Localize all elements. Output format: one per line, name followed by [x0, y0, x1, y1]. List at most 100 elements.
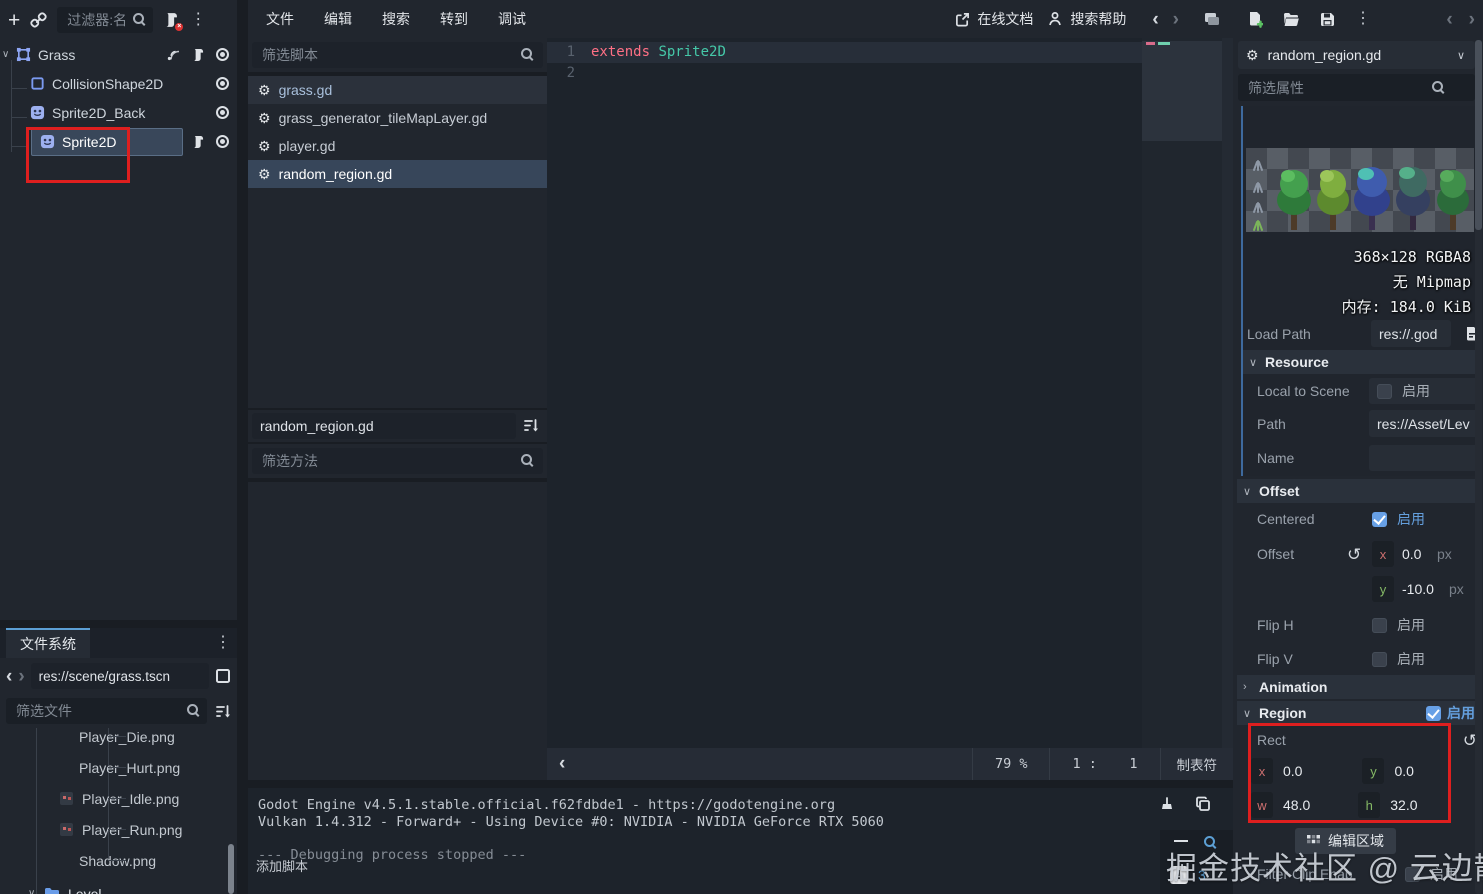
filter-clip-toggle[interactable]: 启用 — [1405, 864, 1458, 884]
collapse-arrow-icon[interactable]: ∨ — [2, 49, 16, 60]
script-icon[interactable] — [191, 48, 204, 62]
file-row[interactable]: Player_Idle.png — [0, 784, 237, 813]
menu-edit[interactable]: 编辑 — [324, 9, 352, 29]
section-resource[interactable]: ∨ Resource — [1243, 350, 1481, 374]
folder-row-level[interactable]: ∨ Level — [0, 879, 237, 894]
checkbox-checked[interactable] — [1426, 705, 1441, 721]
checkbox-unchecked[interactable] — [1372, 651, 1387, 667]
current-path-field[interactable]: res://scene/grass.tscn — [30, 663, 209, 689]
menu-search[interactable]: 搜索 — [382, 9, 410, 29]
inspector-menu-button[interactable]: ⋮ — [1355, 11, 1371, 27]
local-to-scene-toggle[interactable]: 启用 — [1369, 378, 1479, 404]
copy-output-icon[interactable] — [1195, 796, 1211, 812]
edit-region-button[interactable]: 编辑区域 — [1295, 828, 1396, 854]
editor-zoom[interactable]: 79 % — [971, 748, 1050, 780]
script-icon[interactable] — [191, 135, 204, 149]
menu-goto[interactable]: 转到 — [440, 9, 468, 29]
collapse-arrow-icon[interactable]: ∨ — [28, 888, 44, 894]
flip-v-toggle[interactable]: 启用 — [1372, 649, 1425, 669]
visibility-icon[interactable] — [216, 48, 229, 61]
scrollbar-thumb[interactable] — [228, 844, 234, 894]
online-docs-button[interactable]: 在线文档 — [955, 9, 1033, 29]
rect-h-value[interactable]: 32.0 — [1390, 797, 1417, 813]
script-forward-button[interactable]: › — [1173, 10, 1179, 29]
code-editor[interactable]: 1 extends Sprite2D 2 — [547, 38, 1233, 748]
tab-filesystem[interactable]: 文件系统 — [6, 628, 90, 658]
property-filter-field[interactable] — [1238, 74, 1475, 101]
region-enabled-toggle[interactable]: 启用 — [1426, 703, 1475, 723]
file-row[interactable]: Player_Die.png — [0, 728, 237, 751]
section-animation[interactable]: › Animation — [1237, 675, 1481, 699]
history-back-button[interactable]: ‹ — [6, 667, 12, 686]
split-mode-icon[interactable] — [215, 668, 231, 684]
save-icon[interactable] — [1320, 12, 1335, 27]
checkbox-checked[interactable] — [1372, 511, 1387, 527]
scene-filter-field[interactable] — [57, 7, 154, 33]
menu-debug[interactable]: 调试 — [498, 9, 526, 29]
file-filter-input[interactable] — [6, 698, 207, 724]
flip-h-toggle[interactable]: 启用 — [1372, 615, 1425, 635]
sort-methods-icon[interactable] — [523, 418, 539, 433]
rect-w-value[interactable]: 48.0 — [1283, 797, 1310, 813]
file-row[interactable]: Player_Hurt.png — [0, 753, 237, 782]
scene-tree-row-sprite2d-back[interactable]: Sprite2D_Back — [0, 98, 237, 127]
add-node-button[interactable]: + — [8, 10, 20, 31]
scene-dock-menu-button[interactable]: ⋮ — [190, 12, 206, 28]
inspector-back-button[interactable]: ‹ — [1446, 10, 1452, 29]
output-search-icon[interactable] — [1204, 836, 1217, 849]
minimap[interactable] — [1142, 38, 1222, 748]
inspector-scrollbar-track[interactable] — [1475, 40, 1482, 894]
visibility-icon[interactable] — [216, 135, 229, 148]
history-forward-button[interactable]: › — [18, 667, 24, 686]
scene-tree-row-sprite2d[interactable]: Sprite2D — [0, 127, 237, 156]
toggle-scripts-panel-button[interactable]: ‹ — [559, 754, 565, 773]
sort-files-icon[interactable] — [215, 704, 231, 719]
script-item-grass[interactable]: ⚙ grass.gd — [248, 76, 547, 104]
visibility-icon[interactable] — [216, 106, 229, 119]
scene-tree-row-grass[interactable]: ∨ Grass — [0, 40, 237, 69]
signals-icon[interactable] — [165, 48, 179, 62]
new-resource-icon[interactable] — [1247, 11, 1263, 28]
section-offset[interactable]: ∨ Offset — [1237, 479, 1481, 503]
revert-icon[interactable]: ↺ — [1347, 546, 1361, 563]
menu-file[interactable]: 文件 — [266, 9, 294, 29]
editor-scrollbar-track[interactable] — [1222, 38, 1233, 748]
resource-path-value[interactable]: res://Asset/Lev — [1369, 410, 1479, 437]
rect-x-value[interactable]: 0.0 — [1283, 763, 1302, 779]
script-item-grass-generator[interactable]: ⚙ grass_generator_tileMapLayer.gd — [248, 104, 547, 132]
methods-filter-input[interactable] — [252, 448, 543, 474]
instance-scene-icon[interactable] — [30, 11, 47, 29]
checkbox-unchecked[interactable] — [1377, 383, 1392, 399]
visibility-icon[interactable] — [216, 77, 229, 90]
file-filter-field[interactable] — [6, 698, 207, 724]
scene-tree-row-collisionshape[interactable]: CollisionShape2D — [0, 69, 237, 98]
checkbox-unchecked[interactable] — [1405, 866, 1420, 882]
offset-x-value[interactable]: 0.0 — [1402, 546, 1421, 562]
collapse-line-icon[interactable] — [1174, 840, 1188, 842]
scripts-filter-input[interactable] — [252, 42, 543, 68]
inspector-scrollbar-thumb[interactable] — [1475, 40, 1482, 230]
script-item-random-region[interactable]: ⚙ random_region.gd — [248, 160, 547, 188]
filesystem-menu-button[interactable]: ⋮ — [215, 635, 231, 651]
attach-script-disabled-icon[interactable]: × — [163, 12, 184, 31]
section-region[interactable]: ∨ Region 启用 — [1237, 701, 1481, 725]
clear-output-icon[interactable] — [1159, 796, 1175, 812]
indent-mode[interactable]: 制表符 — [1159, 748, 1234, 780]
inspected-object-dropdown[interactable]: ⚙ random_region.gd ∨ — [1238, 41, 1475, 69]
error-badge[interactable]: ! 3 — [1170, 866, 1206, 884]
file-row[interactable]: Player_Run.png — [0, 815, 237, 844]
load-resource-icon[interactable] — [1283, 12, 1300, 27]
script-back-button[interactable]: ‹ — [1152, 10, 1158, 29]
checkbox-unchecked[interactable] — [1372, 617, 1387, 633]
methods-filter-field[interactable] — [252, 448, 543, 474]
scripts-filter-field[interactable] — [252, 42, 543, 68]
resource-name-value[interactable] — [1369, 445, 1479, 471]
rect-y-value[interactable]: 0.0 — [1394, 763, 1413, 779]
inspector-forward-button[interactable]: › — [1469, 10, 1475, 29]
load-path-value[interactable]: res://.god — [1371, 320, 1451, 347]
offset-y-value[interactable]: -10.0 — [1402, 581, 1434, 597]
current-script-name[interactable]: random_region.gd — [252, 413, 516, 439]
script-item-player[interactable]: ⚙ player.gd — [248, 132, 547, 160]
centered-toggle[interactable]: 启用 — [1372, 509, 1425, 529]
float-window-icon[interactable] — [1203, 11, 1221, 27]
